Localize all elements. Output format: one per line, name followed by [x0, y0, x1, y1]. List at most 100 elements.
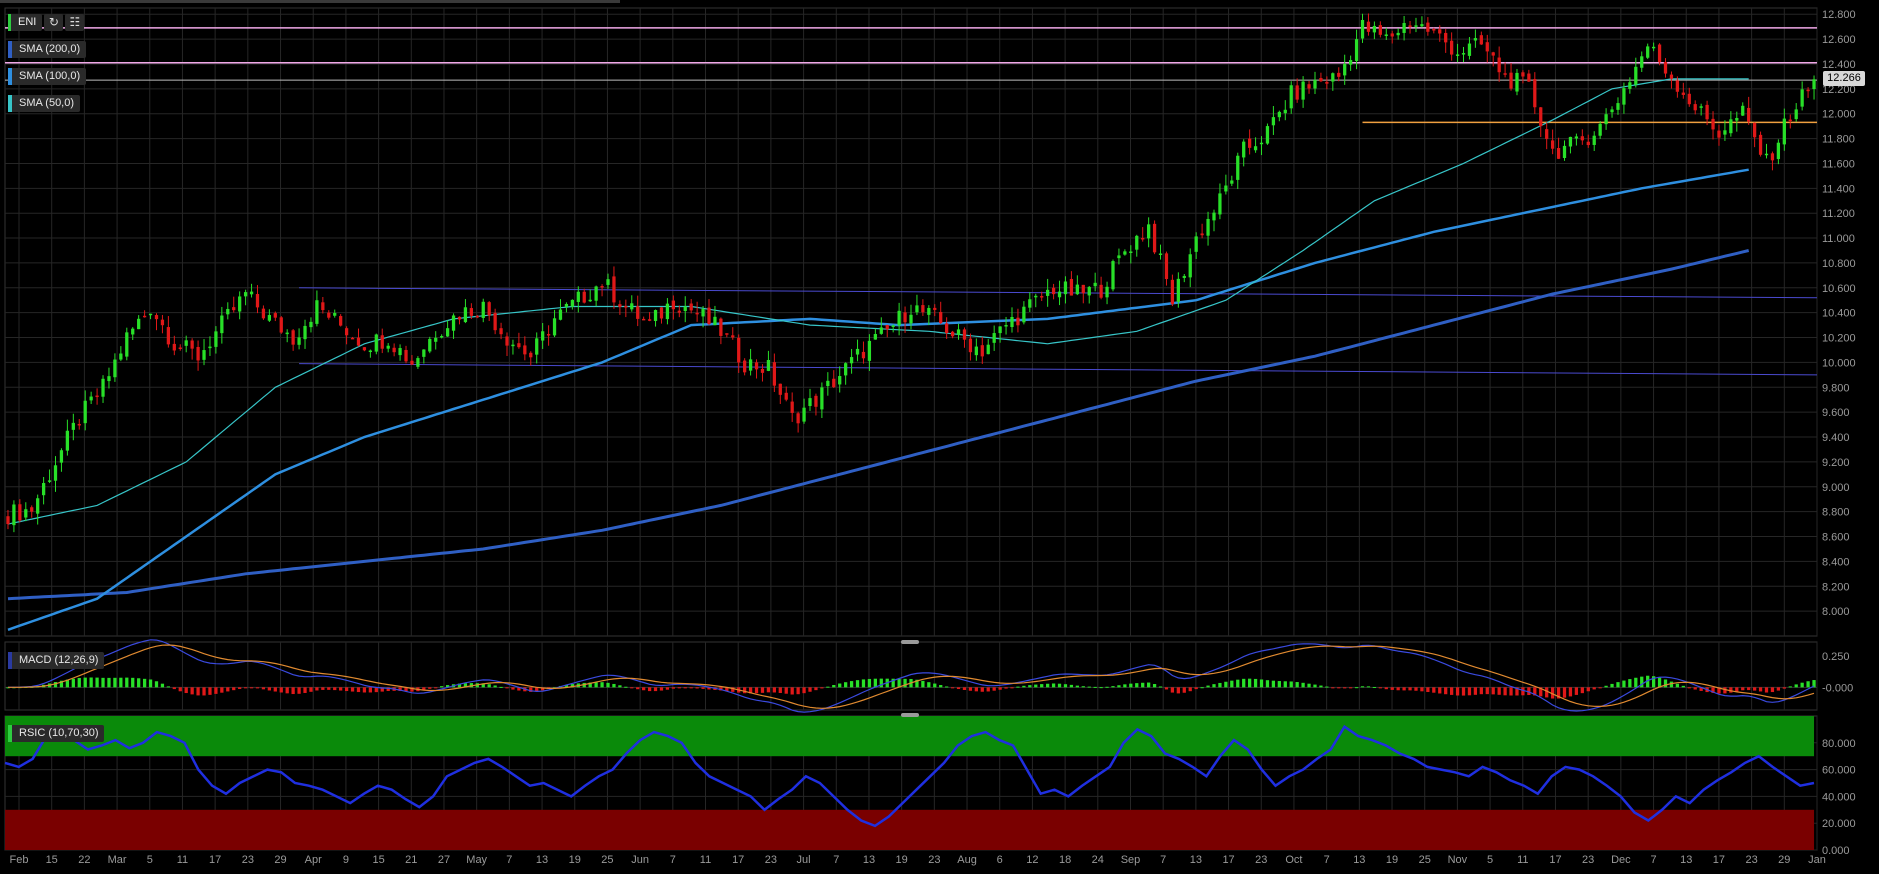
candle: [505, 336, 509, 346]
macd-histogram-bar: [844, 682, 848, 688]
candle: [1711, 118, 1715, 130]
macd-histogram-bar: [647, 687, 652, 692]
macd-histogram-bar: [1224, 681, 1228, 688]
candle: [1539, 107, 1543, 127]
candle: [1069, 278, 1074, 296]
macd-histogram-bar: [148, 679, 153, 688]
macd-histogram-bar: [166, 686, 171, 688]
macd-histogram-bar: [220, 687, 224, 693]
pane-resize-handle[interactable]: [901, 640, 919, 644]
macd-histogram-bar: [1610, 683, 1614, 688]
macd-histogram-bar: [1051, 683, 1056, 688]
x-tick-label: Apr: [305, 854, 322, 866]
candle: [725, 333, 729, 335]
ticker-toolbar: ENI ↻ ☷: [8, 14, 85, 31]
x-tick-label: 23: [242, 854, 254, 866]
candle: [1057, 291, 1062, 298]
candle: [1063, 281, 1068, 295]
candle: [350, 337, 355, 340]
y-tick-label: 8.400: [1822, 556, 1850, 568]
macd-histogram-bar: [879, 678, 883, 688]
macd-histogram-bar: [243, 687, 248, 689]
candle: [1747, 107, 1751, 122]
x-tick-label: 23: [1582, 854, 1594, 866]
macd-histogram-bar: [796, 687, 800, 695]
candle: [1253, 146, 1258, 151]
macd-histogram-bar: [321, 687, 325, 690]
macd-histogram-bar: [1164, 687, 1169, 690]
macd-histogram-bar: [802, 687, 806, 694]
macd-histogram-bar: [671, 687, 675, 689]
macd-histogram-bar: [939, 685, 943, 688]
rsi-legend[interactable]: RSIC (10,70,30): [8, 725, 105, 742]
macd-histogram-bar: [1420, 687, 1424, 692]
macd-histogram-bar: [1675, 683, 1680, 688]
sma50-legend[interactable]: SMA (50,0): [8, 95, 81, 112]
candle: [1432, 29, 1436, 31]
candle: [1236, 155, 1240, 180]
candle: [517, 343, 521, 348]
sma200-legend[interactable]: SMA (200,0): [8, 41, 87, 58]
candle: [1265, 126, 1270, 144]
candle: [178, 347, 182, 349]
macd-histogram-bar: [1034, 684, 1038, 688]
macd-histogram-bar: [190, 687, 194, 695]
x-tick-label: Aug: [957, 854, 977, 866]
candle: [1325, 81, 1329, 84]
x-tick-label: 25: [601, 854, 613, 866]
candle: [1699, 106, 1703, 108]
candle: [1717, 130, 1721, 138]
macd-histogram-bar: [1218, 682, 1222, 688]
x-tick-label: 7: [1324, 854, 1330, 866]
macd-histogram-bar: [1782, 687, 1786, 689]
macd-histogram-bar: [1253, 678, 1258, 688]
candle: [903, 312, 907, 323]
candle: [1515, 72, 1519, 92]
x-tick-label: 17: [1222, 854, 1234, 866]
macd-histogram-bar: [1604, 685, 1608, 688]
sma100-legend[interactable]: SMA (100,0): [8, 68, 87, 85]
pane-resize-handle[interactable]: [901, 713, 919, 717]
candle: [1634, 66, 1638, 85]
macd-histogram-bar: [505, 687, 509, 689]
macd-histogram-bar: [606, 682, 610, 688]
x-tick-label: 5: [1487, 854, 1493, 866]
candle: [1141, 237, 1145, 240]
ticker-symbol[interactable]: ENI: [8, 14, 43, 31]
macd-histogram-bar: [980, 687, 984, 692]
x-tick-label: 22: [78, 854, 90, 866]
macd-histogram-bar: [333, 687, 337, 691]
y-tick-label: 10.400: [1822, 308, 1856, 320]
sma100-swatch: [8, 68, 12, 85]
macd-histogram-bar: [754, 687, 759, 694]
candle: [950, 331, 955, 337]
candle: [445, 328, 450, 337]
macd-histogram-bar: [53, 682, 58, 688]
macd-histogram-bar: [255, 687, 260, 689]
candle: [119, 353, 123, 360]
candle: [719, 318, 723, 336]
macd-histogram-bar: [642, 687, 646, 691]
candle: [974, 346, 978, 356]
macd-histogram-bar: [184, 687, 188, 694]
candle: [160, 319, 165, 326]
macd-histogram-bar: [1497, 687, 1501, 695]
macd-histogram-bar: [362, 687, 367, 693]
candle: [790, 401, 794, 413]
macd-legend[interactable]: MACD (12,26,9): [8, 652, 105, 669]
candle: [327, 312, 331, 318]
x-tick-label: 15: [46, 854, 58, 866]
candle: [1337, 72, 1341, 77]
macd-histogram-bar: [1479, 687, 1483, 695]
refresh-icon[interactable]: ↻: [44, 14, 64, 31]
sma50-swatch: [8, 95, 12, 112]
candle: [1675, 80, 1680, 92]
candle: [255, 293, 260, 308]
chart-settings-icon[interactable]: ☷: [65, 14, 85, 31]
candle: [1402, 23, 1406, 33]
macd-histogram-bar: [624, 686, 628, 688]
candle: [1360, 20, 1365, 39]
candle: [885, 325, 889, 330]
candle: [1449, 40, 1454, 55]
candle: [1152, 223, 1157, 253]
